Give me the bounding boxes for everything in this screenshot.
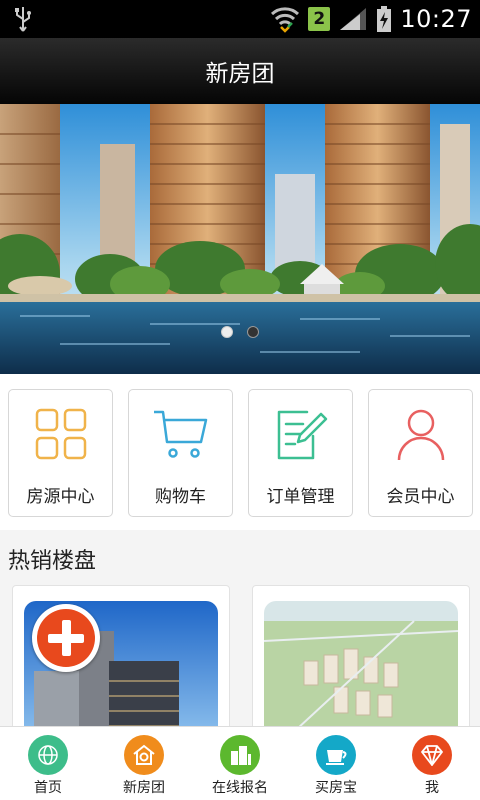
usb-icon	[15, 7, 31, 32]
page-title: 新房团	[205, 61, 275, 87]
diamond-icon	[412, 735, 452, 775]
nav-me[interactable]: 我	[384, 727, 480, 800]
app-title-bar: 新房团	[0, 38, 480, 104]
bottom-navigation: 首页 新房团 在线报名 买房宝 我	[0, 726, 480, 800]
carousel-dot[interactable]	[247, 326, 259, 338]
user-icon	[397, 409, 444, 461]
nav-label: 在线报名	[212, 780, 268, 796]
banner-carousel[interactable]	[0, 104, 480, 374]
nav-new-homes[interactable]: 新房团	[96, 727, 192, 800]
category-cart[interactable]: 购物车	[128, 389, 233, 517]
cup-icon	[316, 735, 356, 775]
category-listings[interactable]: 房源中心	[8, 389, 113, 517]
property-image	[264, 601, 458, 734]
nav-label: 首页	[34, 780, 62, 796]
grid-icon	[35, 408, 86, 460]
category-label: 房源中心	[26, 487, 95, 507]
carousel-indicator	[0, 326, 480, 338]
wifi-icon	[271, 7, 300, 33]
carousel-dot[interactable]	[221, 326, 233, 338]
buildings-icon	[220, 735, 260, 775]
property-card[interactable]	[252, 585, 470, 735]
nav-home[interactable]: 首页	[0, 727, 96, 800]
section-title: 热销楼盘	[8, 549, 97, 574]
category-orders[interactable]: 订单管理	[248, 389, 353, 517]
globe-icon	[28, 735, 68, 775]
house-coin-icon	[124, 735, 164, 775]
status-bar: 2 10:27	[0, 0, 480, 38]
battery-icon	[377, 6, 392, 32]
add-icon[interactable]	[32, 604, 100, 672]
category-label: 会员中心	[386, 487, 455, 507]
category-label: 订单管理	[266, 487, 335, 507]
nav-label: 买房宝	[315, 780, 357, 796]
edit-note-icon	[277, 410, 327, 460]
nav-label: 新房团	[123, 780, 165, 796]
nav-label: 我	[425, 780, 439, 796]
category-member[interactable]: 会员中心	[368, 389, 473, 517]
clock: 10:27	[400, 5, 472, 33]
category-grid: 房源中心 购物车 订单管理 会员中心	[0, 374, 480, 530]
signal-icon	[340, 8, 367, 30]
category-label: 购物车	[155, 487, 206, 507]
cart-icon	[153, 410, 207, 458]
nav-register[interactable]: 在线报名	[192, 727, 288, 800]
sim-badge: 2	[308, 7, 331, 31]
nav-buy-treasure[interactable]: 买房宝	[288, 727, 384, 800]
